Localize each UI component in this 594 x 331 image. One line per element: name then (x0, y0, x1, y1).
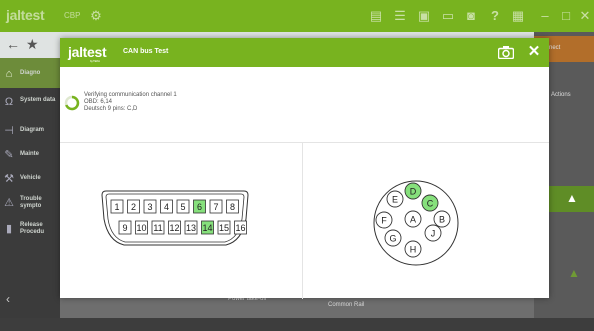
dialog-logo: jaltest by TEXA (68, 44, 107, 63)
obd-pin-label: 7 (213, 202, 218, 212)
mode-label[interactable]: CBP (64, 11, 80, 20)
maximize-icon[interactable]: □ (558, 8, 574, 24)
obd-pin-label: 14 (202, 223, 212, 233)
warning-icon: ▲ (566, 191, 578, 205)
app-logo: jaltest (6, 7, 45, 23)
sidebar-item-diagram[interactable]: ⊣ Diagram (0, 118, 60, 142)
wrench-icon: ✎ (4, 149, 14, 161)
obd-pin-label: 3 (147, 202, 152, 212)
status-area: Verifying communication channel 1 OBD: 6… (60, 67, 549, 141)
list-icon[interactable]: ☰ (392, 8, 408, 24)
obd-connector: 12345678 9 10 11 12 13 14 15 16 (101, 190, 249, 246)
screenshot-camera-icon[interactable] (497, 46, 515, 60)
obd-pin-label: 15 (219, 223, 229, 233)
obd-pin-label: 9 (122, 223, 127, 233)
dialog-header: jaltest by TEXA CAN bus Test ✕ (60, 38, 549, 67)
deutsch-pin-label: J (431, 229, 436, 239)
warning-icon-bottom[interactable]: ▲ (568, 266, 580, 280)
deutsch-9-pin-connector: A BCD E FG H J (373, 180, 459, 266)
sidebar-item-label: Release Procedu (20, 222, 45, 235)
document-icon[interactable]: ▤ (368, 8, 384, 24)
common-rail-label: Common Rail (328, 302, 365, 308)
status-line: Deutsch 9 pins: C,D (84, 106, 138, 112)
deutsch-pin-label: F (381, 216, 387, 226)
deutsch-pin-label: A (410, 215, 416, 225)
omega-icon: Ω (4, 96, 14, 108)
vehicle-icon: ⚒ (4, 173, 14, 185)
loading-spinner-icon (64, 95, 80, 111)
release-icon: ▮ (5, 223, 13, 235)
deutsch-pin-label: E (392, 195, 398, 205)
sidebar-item-label: Trouble sympto (20, 196, 42, 209)
deutsch-pin-label: D (410, 187, 417, 197)
status-line: OBD: 6,14 (84, 99, 113, 105)
obd-pin-label: 5 (180, 202, 185, 212)
tractor-icon[interactable]: ⚙ (88, 8, 104, 24)
trouble-icon: ⚠ (4, 197, 14, 209)
deutsch-pin-label: G (389, 234, 396, 244)
obd-pin-label: 1 (114, 202, 119, 212)
obd-pin-label: 16 (235, 223, 245, 233)
deutsch-pin-label: B (439, 215, 445, 225)
can-bus-test-dialog: jaltest by TEXA CAN bus Test ✕ Verifying… (60, 38, 549, 299)
diagram-icon: ⊣ (4, 125, 14, 137)
dialog-close-button[interactable]: ✕ (525, 42, 543, 62)
sidebar-item-maintenance[interactable]: ✎ Mainte (0, 142, 60, 166)
sidebar-item-release[interactable]: ▮ Release Procedu (0, 216, 60, 242)
sidebar-item-label: System data (20, 97, 56, 103)
connector-panels: 12345678 9 10 11 12 13 14 15 16 ABCDEFGHJ (60, 142, 549, 299)
close-icon[interactable]: ✕ (577, 8, 593, 24)
obd-pin-label: 10 (136, 223, 146, 233)
sidebar: ⌂ Diagno Ω System data ⊣ Diagram ✎ Maint… (0, 58, 60, 318)
actions-label[interactable]: Actions (551, 92, 571, 98)
back-arrow-icon[interactable]: ← (6, 36, 20, 52)
system-status-bar (0, 318, 594, 331)
favorite-star-icon[interactable]: ★ (26, 36, 39, 53)
sidebar-item-trouble[interactable]: ⚠ Trouble sympto (0, 190, 60, 216)
collapse-arrow-icon[interactable]: ‹ (6, 292, 10, 306)
obd-pin-label: 6 (197, 202, 202, 212)
sidebar-item-system-data[interactable]: Ω System data (0, 88, 60, 118)
status-line: Verifying communication channel 1 (84, 92, 177, 98)
obd-pin-label: 13 (186, 223, 196, 233)
deutsch-pin-label: C (427, 199, 434, 209)
sidebar-item-diagnosis[interactable]: ⌂ Diagno (0, 58, 60, 88)
minimize-icon[interactable]: – (537, 8, 553, 24)
sidebar-item-vehicle[interactable]: ⚒ Vehicle (0, 166, 60, 190)
printer-icon[interactable]: ▣ (416, 8, 432, 24)
battery-icon[interactable]: ▭ (440, 8, 456, 24)
dialog-title: CAN bus Test (123, 48, 169, 55)
obd-pin-label: 8 (230, 202, 235, 212)
obd-pin-label: 12 (169, 223, 179, 233)
obd-pin-label: 11 (153, 223, 162, 233)
camera-icon[interactable]: ◙ (463, 8, 479, 24)
help-icon[interactable]: ? (487, 8, 503, 24)
deutsch-pin-label: H (410, 245, 417, 255)
obd-pin-label: 2 (131, 202, 136, 212)
diagnosis-icon: ⌂ (5, 68, 13, 80)
grid-icon[interactable]: ▦ (510, 8, 526, 24)
obd-pin-label: 4 (164, 202, 169, 212)
panel-divider (302, 143, 303, 299)
app-top-bar: jaltest CBP ⚙ ▤ ☰ ▣ ▭ ◙ ? ▦ – □ ✕ (0, 0, 594, 32)
